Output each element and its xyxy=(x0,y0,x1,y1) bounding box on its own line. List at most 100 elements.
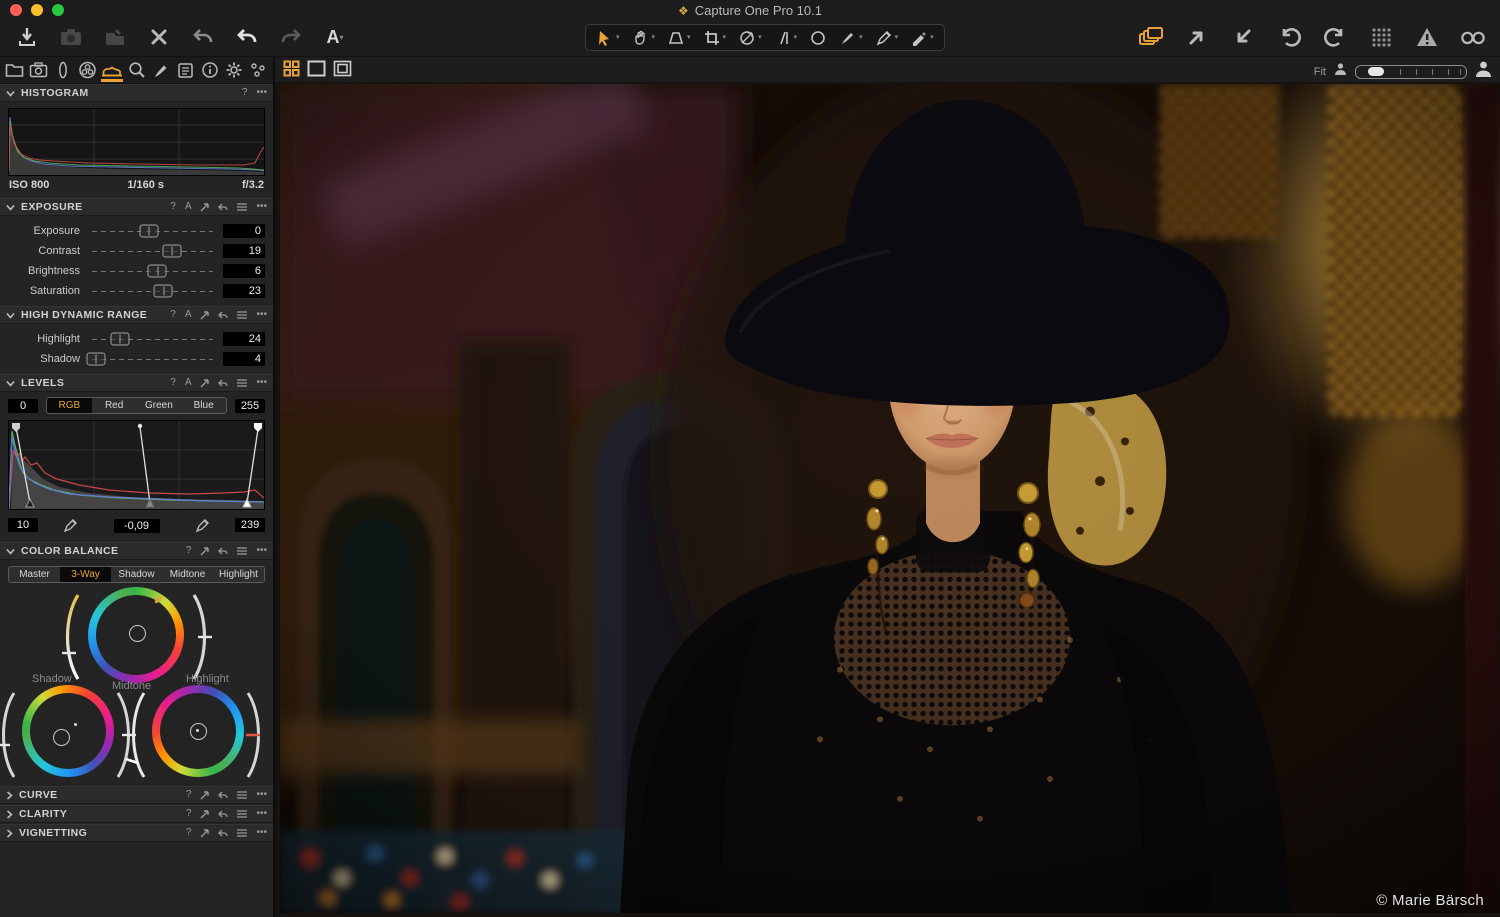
multi-view-button[interactable] xyxy=(283,60,300,82)
tab-exposure[interactable] xyxy=(101,58,123,82)
auto-icon[interactable]: A xyxy=(185,310,192,320)
reset-icon[interactable] xyxy=(218,379,228,388)
select-tool[interactable]: ▾ xyxy=(592,27,624,49)
shadow-picker-icon[interactable] xyxy=(38,518,104,533)
midtone-saturation-arc[interactable] xyxy=(56,591,82,683)
reset-icon[interactable] xyxy=(218,810,228,819)
undo-button[interactable] xyxy=(234,24,260,50)
exposure-warning-button[interactable] xyxy=(1414,24,1440,50)
presets-icon[interactable] xyxy=(237,829,247,837)
shadow-color-wheel[interactable] xyxy=(22,685,114,777)
help-icon[interactable]: ? xyxy=(242,88,248,98)
help-icon[interactable]: ? xyxy=(186,790,192,800)
highlight-value[interactable]: 24 xyxy=(223,332,265,346)
expand-chevron-icon[interactable] xyxy=(6,810,13,819)
expand-icon[interactable] xyxy=(200,203,209,212)
help-icon[interactable]: ? xyxy=(186,809,192,819)
reset-icon[interactable] xyxy=(218,203,228,212)
shadow-wheel-handle[interactable] xyxy=(53,729,70,746)
single-view-button[interactable] xyxy=(307,60,326,82)
shadow-slider[interactable] xyxy=(92,353,213,365)
levels-input-min[interactable]: 0 xyxy=(8,399,38,413)
copy-apply-prev-button[interactable] xyxy=(1230,24,1256,50)
help-icon[interactable]: ? xyxy=(170,202,176,212)
contrast-slider[interactable] xyxy=(92,245,213,257)
midtone-wheel-handle[interactable] xyxy=(129,625,146,642)
help-icon[interactable]: ? xyxy=(186,546,192,556)
levels-histogram[interactable] xyxy=(8,420,265,510)
saturation-value[interactable]: 23 xyxy=(223,284,265,298)
more-options-icon[interactable]: ••• xyxy=(256,202,267,212)
cb-tab-midtone[interactable]: Midtone xyxy=(162,567,213,582)
cb-tab-3way[interactable]: 3-Way xyxy=(60,567,111,582)
more-options-icon[interactable]: ••• xyxy=(256,546,267,556)
presets-icon[interactable] xyxy=(237,810,247,818)
help-icon[interactable]: ? xyxy=(170,310,176,320)
saturation-slider[interactable] xyxy=(92,285,213,297)
more-options-icon[interactable]: ••• xyxy=(256,88,267,98)
proof-margin-view-button[interactable] xyxy=(333,60,352,82)
redo-button[interactable] xyxy=(278,24,304,50)
expand-icon[interactable] xyxy=(200,829,209,838)
rotate-tool[interactable]: ▾ xyxy=(734,27,766,49)
levels-input-max[interactable]: 255 xyxy=(235,399,265,413)
keystone-tool[interactable]: ▾ xyxy=(663,27,695,49)
exposure-slider[interactable] xyxy=(92,225,213,237)
levels-output-highlight[interactable]: 239 xyxy=(235,518,265,532)
pan-tool[interactable]: ▾ xyxy=(628,27,660,49)
expand-chevron-icon[interactable] xyxy=(6,829,13,838)
channel-rgb[interactable]: RGB xyxy=(47,398,92,413)
rotate-left-button[interactable] xyxy=(1276,24,1302,50)
adjustments-clipboard-button[interactable] xyxy=(1138,24,1164,50)
photo-viewer-image[interactable] xyxy=(280,84,1500,913)
presets-icon[interactable] xyxy=(237,203,247,211)
erase-mask-tool[interactable]: ▾ xyxy=(906,27,938,49)
more-options-icon[interactable]: ••• xyxy=(256,790,267,800)
levels-gamma-value[interactable]: -0,09 xyxy=(114,519,160,533)
channel-green[interactable]: Green xyxy=(137,398,182,413)
expand-icon[interactable] xyxy=(200,311,209,320)
auto-icon[interactable]: A xyxy=(185,202,192,212)
grid-overlay-button[interactable] xyxy=(1368,24,1394,50)
highlight-saturation-arc[interactable] xyxy=(122,689,148,781)
capture-button[interactable] xyxy=(58,24,84,50)
help-icon[interactable]: ? xyxy=(170,378,176,388)
contrast-value[interactable]: 19 xyxy=(223,244,265,258)
copy-apply-next-button[interactable] xyxy=(1184,24,1210,50)
reset-adjustments-button[interactable] xyxy=(190,24,216,50)
cb-tab-highlight[interactable]: Highlight xyxy=(213,567,264,582)
spot-removal-tool[interactable] xyxy=(805,27,831,49)
brightness-value[interactable]: 6 xyxy=(223,264,265,278)
more-options-icon[interactable]: ••• xyxy=(256,310,267,320)
presets-icon[interactable] xyxy=(237,791,247,799)
reset-icon[interactable] xyxy=(218,311,228,320)
channel-red[interactable]: Red xyxy=(92,398,137,413)
reset-icon[interactable] xyxy=(218,547,228,556)
reset-icon[interactable] xyxy=(218,791,228,800)
auto-icon[interactable]: A xyxy=(185,378,192,388)
more-options-icon[interactable]: ••• xyxy=(256,828,267,838)
tab-batch[interactable] xyxy=(248,58,269,82)
collapse-chevron-icon[interactable] xyxy=(6,90,15,97)
slider-handle[interactable] xyxy=(139,225,158,238)
more-options-icon[interactable]: ••• xyxy=(256,378,267,388)
tab-color[interactable] xyxy=(77,58,98,82)
more-options-icon[interactable]: ••• xyxy=(256,809,267,819)
presets-icon[interactable] xyxy=(237,547,247,555)
slider-handle[interactable] xyxy=(86,353,105,366)
auto-adjust-button[interactable]: A▾ xyxy=(322,24,348,50)
reset-icon[interactable] xyxy=(218,829,228,838)
tab-adjustments[interactable] xyxy=(175,58,196,82)
draw-mask-tool[interactable]: ▾ xyxy=(835,27,867,49)
rotate-right-button[interactable] xyxy=(1322,24,1348,50)
copy-adjustments-button[interactable] xyxy=(102,24,128,50)
proof-view-button[interactable] xyxy=(1460,24,1486,50)
straighten-tool[interactable]: ▾ xyxy=(770,27,802,49)
slider-handle[interactable] xyxy=(148,265,167,278)
presets-icon[interactable] xyxy=(237,311,247,319)
collapse-chevron-icon[interactable] xyxy=(6,548,15,555)
slider-handle[interactable] xyxy=(154,285,173,298)
help-icon[interactable]: ? xyxy=(186,828,192,838)
import-button[interactable] xyxy=(14,24,40,50)
tab-library[interactable] xyxy=(4,58,25,82)
